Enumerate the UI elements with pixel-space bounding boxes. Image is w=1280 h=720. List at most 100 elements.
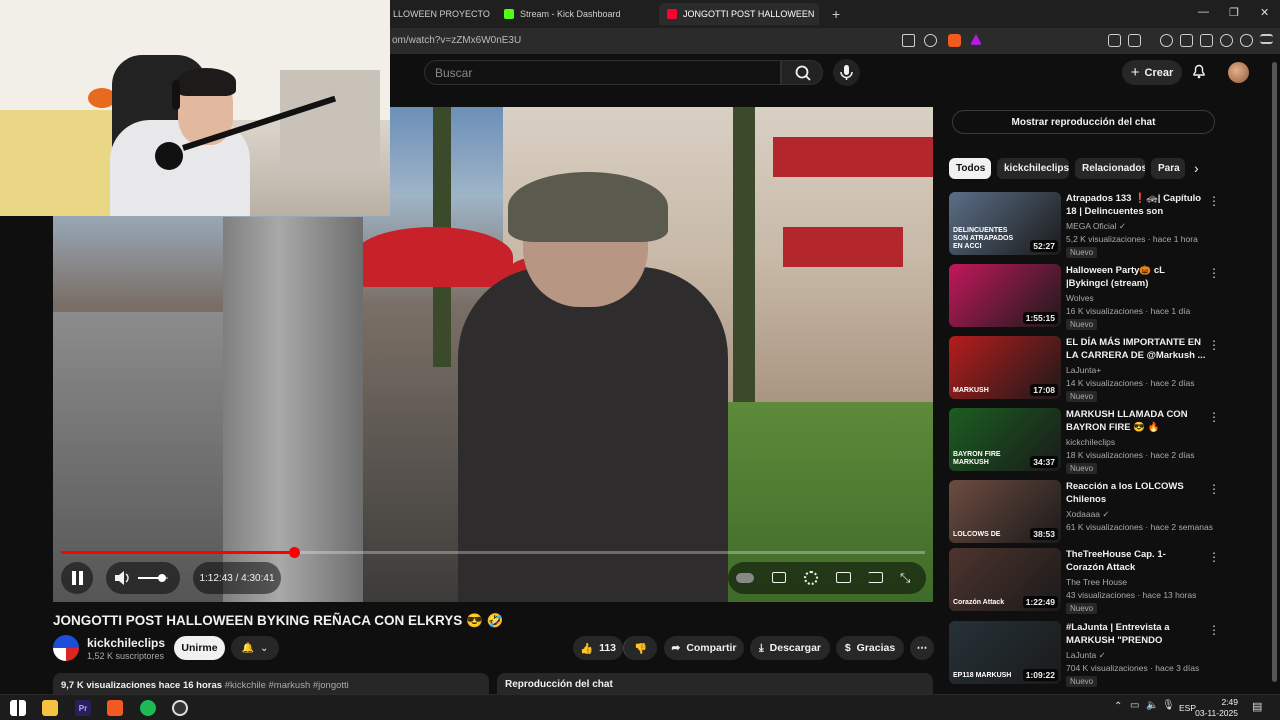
more-vertical-icon[interactable]: ⋮: [1208, 550, 1220, 564]
more-vertical-icon[interactable]: ⋮: [1208, 338, 1220, 352]
more-actions-button[interactable]: ⋯: [910, 636, 934, 660]
pause-button[interactable]: [61, 562, 93, 594]
user-avatar[interactable]: [1228, 62, 1249, 83]
spotify-icon[interactable]: [140, 700, 156, 716]
scrollbar-thumb[interactable]: [1272, 62, 1277, 682]
hashtags[interactable]: #kickchile #markush #jongotti: [225, 680, 349, 691]
recommendation-title[interactable]: #LaJunta | Entrevista a MARKUSH "PRENDO …: [1066, 621, 1206, 647]
channel-avatar[interactable]: [53, 635, 79, 661]
brave-shield-icon[interactable]: [948, 34, 961, 47]
download-button[interactable]: ⤓ Descargar: [750, 636, 830, 660]
chip-related[interactable]: Relacionados: [1075, 158, 1145, 179]
menu-icon[interactable]: [1260, 34, 1273, 44]
recommendation-item[interactable]: 1:55:15 Halloween Party🎃 cL |Bykingcl (st…: [949, 264, 1229, 330]
screen-icon[interactable]: [902, 34, 915, 47]
windows-start-icon[interactable]: [10, 700, 26, 716]
share-button[interactable]: ➦ Compartir: [664, 636, 744, 660]
share-icon[interactable]: [924, 34, 937, 47]
more-vertical-icon[interactable]: ⋮: [1208, 410, 1220, 424]
browser-tab-1[interactable]: LLOWEEN PROYECTO X 🥴: [385, 3, 490, 25]
search-input[interactable]: Buscar: [424, 60, 781, 85]
system-clock[interactable]: 2:49 03-11-2025: [1195, 697, 1238, 719]
like-button[interactable]: 👍 113: [573, 636, 623, 660]
volume-knob[interactable]: [158, 574, 166, 582]
vpn-icon[interactable]: [1240, 34, 1253, 47]
thanks-button[interactable]: $ Gracias: [836, 636, 904, 660]
search-button[interactable]: [781, 60, 823, 85]
chip-all[interactable]: Todos: [949, 158, 991, 179]
chevron-up-icon[interactable]: ⌃: [1114, 701, 1122, 712]
recommendation-channel[interactable]: The Tree House: [1066, 577, 1127, 587]
recommendation-channel[interactable]: kickchileclips: [1066, 437, 1115, 447]
dislike-button[interactable]: 👎: [623, 636, 657, 660]
recommendation-item[interactable]: LOLCOWS DE 38:53 Reacción a los LOLCOWS Ch…: [949, 480, 1229, 544]
notifications-bell-icon[interactable]: [1192, 64, 1206, 79]
volume-control[interactable]: [106, 562, 180, 594]
recommendation-title[interactable]: TheTreeHouse Cap. 1- Corazón Attack: [1066, 548, 1206, 574]
obs-icon[interactable]: [172, 700, 188, 716]
recommendation-channel[interactable]: LaJunta+: [1066, 365, 1101, 375]
channel-name[interactable]: kickchileclips: [87, 636, 165, 650]
video-thumbnail[interactable]: BAYRON FIRE MARKUSH 34:37: [949, 408, 1061, 471]
volume-icon[interactable]: [112, 562, 132, 594]
minimize-button[interactable]: —: [1198, 6, 1209, 18]
leo-icon[interactable]: [1220, 34, 1233, 47]
recommendation-item[interactable]: MARKUSH 17:08 EL DÍA MÁS IMPORTANTE EN LA …: [949, 336, 1229, 402]
extensions-icon[interactable]: [1108, 34, 1121, 47]
video-thumbnail[interactable]: MARKUSH 17:08: [949, 336, 1061, 399]
premiere-icon[interactable]: Pr: [75, 700, 91, 716]
notification-settings-button[interactable]: 🔔 ⌄: [231, 636, 279, 660]
fullscreen-exit-icon[interactable]: ⤡: [900, 570, 910, 586]
brave-rewards-icon[interactable]: [970, 34, 982, 45]
recommendation-item[interactable]: EP118 MARKUSH 1:09:22 #LaJunta | Entrevist…: [949, 621, 1229, 687]
recommendation-channel[interactable]: Xodaaaa ✓: [1066, 509, 1110, 520]
chevron-right-icon[interactable]: ›: [1194, 160, 1199, 176]
new-tab-button[interactable]: +: [824, 3, 848, 25]
video-thumbnail[interactable]: 1:55:15: [949, 264, 1061, 327]
miniplayer-icon[interactable]: [836, 572, 851, 583]
media-icon[interactable]: [1160, 34, 1173, 47]
recommendation-channel[interactable]: MEGA Oficial ✓: [1066, 221, 1126, 232]
cast-icon[interactable]: [868, 572, 883, 583]
speaker-icon[interactable]: 🔈: [1146, 700, 1158, 711]
recommendation-channel[interactable]: Wolves: [1066, 293, 1094, 303]
network-icon[interactable]: ▭: [1130, 700, 1139, 711]
video-thumbnail[interactable]: EP118 MARKUSH 1:09:22: [949, 621, 1061, 684]
sidebar-icon[interactable]: [1180, 34, 1193, 47]
create-button[interactable]: + Crear: [1122, 60, 1182, 85]
browser-tab-3[interactable]: JONGOTTI POST HALLOWEEN ✕: [659, 3, 819, 25]
brave-browser-icon[interactable]: [107, 700, 123, 716]
recommendation-item[interactable]: BAYRON FIRE MARKUSH 34:37 MARKUSH LLAMADA …: [949, 408, 1229, 474]
chip-channel[interactable]: kickchileclips: [997, 158, 1069, 179]
join-button[interactable]: Unirme: [174, 636, 225, 660]
recommendation-title[interactable]: Atrapados 133 ❗🚓| Capítulo 18 | Delincue…: [1066, 192, 1206, 218]
reading-icon[interactable]: [1200, 34, 1213, 47]
close-window-button[interactable]: ✕: [1260, 6, 1269, 19]
video-thumbnail[interactable]: LOLCOWS DE 38:53: [949, 480, 1061, 543]
recommendation-title[interactable]: Halloween Party🎃 cL |Bykingcl (stream): [1066, 264, 1206, 290]
recommendation-title[interactable]: Reacción a los LOLCOWS Chilenos: [1066, 480, 1206, 506]
more-vertical-icon[interactable]: ⋮: [1208, 266, 1220, 280]
voice-search-button[interactable]: [833, 59, 860, 86]
recommendation-channel[interactable]: LaJunta ✓: [1066, 650, 1106, 661]
more-vertical-icon[interactable]: ⋮: [1208, 482, 1220, 496]
wallet-icon[interactable]: [1128, 34, 1141, 47]
autoplay-toggle[interactable]: [736, 573, 754, 583]
volume-slider[interactable]: [138, 574, 168, 582]
file-explorer-icon[interactable]: [42, 700, 58, 716]
show-chat-replay-button[interactable]: Mostrar reproducción del chat: [952, 110, 1215, 134]
more-vertical-icon[interactable]: ⋮: [1208, 623, 1220, 637]
url-field[interactable]: om/watch?v=zZMx6W0nE3U: [392, 35, 521, 46]
subtitles-icon[interactable]: [772, 572, 786, 583]
language-indicator[interactable]: ESP: [1179, 703, 1196, 713]
notification-center-icon[interactable]: ▤: [1252, 700, 1262, 713]
more-vertical-icon[interactable]: ⋮: [1208, 194, 1220, 208]
recommendation-title[interactable]: MARKUSH LLAMADA CON BAYRON FIRE 😎 🔥: [1066, 408, 1206, 434]
settings-gear-icon[interactable]: [804, 571, 818, 585]
microphone-tray-icon[interactable]: 🎙: [1162, 700, 1175, 711]
progress-scrubber[interactable]: [289, 547, 300, 558]
recommendation-title[interactable]: EL DÍA MÁS IMPORTANTE EN LA CARRERA DE @…: [1066, 336, 1206, 362]
browser-tab-2[interactable]: Stream - Kick Dashboard: [496, 3, 646, 25]
recommendation-item[interactable]: DELINCUENTES SON ATRAPADOS EN ACCI 52:27 A…: [949, 192, 1229, 258]
recommendation-item[interactable]: Corazón Attack 1:22:49 TheTreeHouse Cap. 1…: [949, 548, 1229, 614]
